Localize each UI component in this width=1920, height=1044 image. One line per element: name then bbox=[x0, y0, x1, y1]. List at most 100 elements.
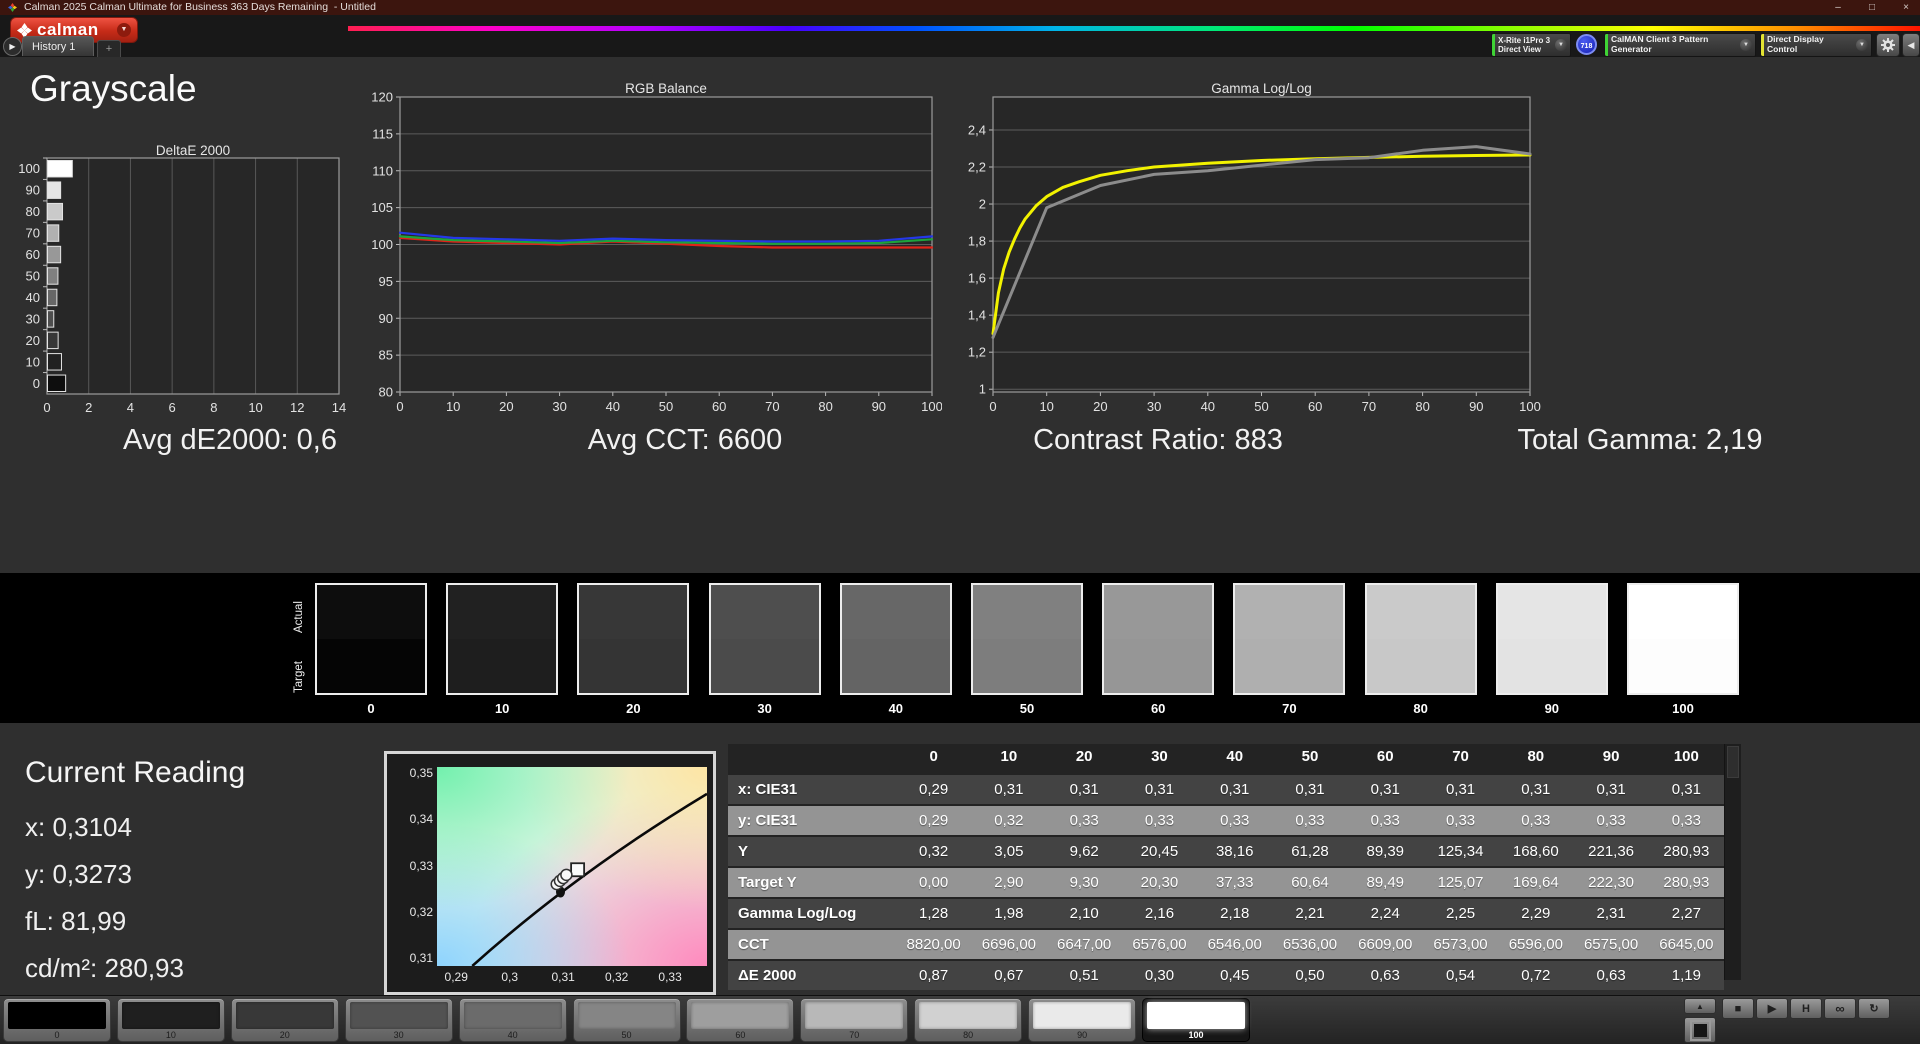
pattern-button-80[interactable]: 80 bbox=[914, 998, 1023, 1042]
x-tick-label: 20 bbox=[1093, 399, 1107, 414]
y-tick-label: 90 bbox=[26, 183, 40, 198]
y-tick-label: 100 bbox=[18, 161, 40, 176]
pattern-button-50[interactable]: 50 bbox=[572, 998, 681, 1042]
table-cell: 221,36 bbox=[1573, 837, 1649, 866]
y-tick-label: 2 bbox=[979, 197, 986, 212]
deltae-bar-80 bbox=[47, 202, 64, 221]
table-cell: 89,39 bbox=[1347, 837, 1423, 866]
grayscale-swatch-0 bbox=[315, 583, 427, 695]
table-scrollbar[interactable] bbox=[1724, 744, 1741, 980]
maximize-button[interactable]: □ bbox=[1862, 0, 1882, 15]
pattern-level-label: 40 bbox=[507, 1030, 518, 1040]
stop-icon[interactable]: ■ bbox=[1722, 998, 1754, 1019]
cie-x-tick: 0,31 bbox=[551, 970, 575, 984]
x-tick-label: 90 bbox=[872, 399, 886, 414]
column-header-50: 50 bbox=[1272, 744, 1348, 770]
table-cell: 0,50 bbox=[1272, 961, 1348, 990]
swatch-level-label: 40 bbox=[888, 701, 904, 716]
table-cell: 0,31 bbox=[1121, 775, 1198, 804]
column-header-60: 60 bbox=[1347, 744, 1423, 770]
pattern-swatch bbox=[1033, 1002, 1132, 1029]
table-cell: 6546,00 bbox=[1197, 930, 1273, 959]
table-cell: 6536,00 bbox=[1272, 930, 1348, 959]
pattern-level-label: 10 bbox=[165, 1030, 176, 1040]
pattern-button-20[interactable]: 20 bbox=[230, 998, 339, 1042]
y-tick-label: 1,2 bbox=[968, 345, 986, 360]
table-cell: 6573,00 bbox=[1422, 930, 1499, 959]
swatch-level-label: 60 bbox=[1150, 701, 1166, 716]
pattern-button-0[interactable]: 0 bbox=[3, 998, 111, 1042]
table-cell: 0,31 bbox=[1498, 775, 1574, 804]
y-tick-label: 10 bbox=[26, 354, 40, 369]
meter-dropdown[interactable]: X-Rite i1Pro 3 Direct View ▼ bbox=[1491, 33, 1571, 57]
panel-up-button[interactable]: ▲ bbox=[1684, 998, 1716, 1014]
window-title: Calman 2025 Calman Ultimate for Business… bbox=[24, 1, 376, 13]
play-icon[interactable]: ▶ bbox=[1756, 998, 1788, 1019]
table-cell: 6596,00 bbox=[1498, 930, 1574, 959]
table-cell: 60,64 bbox=[1272, 868, 1348, 897]
cie-x-tick: 0,33 bbox=[658, 970, 682, 984]
table-cell: 1,98 bbox=[971, 899, 1047, 928]
table-cell: 2,29 bbox=[1498, 899, 1574, 928]
chart-title: Gamma Log/Log bbox=[1211, 81, 1312, 96]
y-tick-label: 115 bbox=[372, 126, 393, 141]
add-tab-button[interactable]: + bbox=[97, 40, 121, 57]
y-tick-label: 1,4 bbox=[968, 308, 986, 323]
chevron-down-icon: ▼ bbox=[117, 23, 131, 37]
scroll-thumb[interactable] bbox=[1727, 746, 1739, 778]
pattern-button-70[interactable]: 70 bbox=[800, 998, 909, 1042]
close-button[interactable]: × bbox=[1896, 0, 1916, 15]
pattern-swatch bbox=[349, 1002, 448, 1029]
display-control-dropdown[interactable]: Direct Display Control ▼ bbox=[1760, 33, 1872, 57]
x-tick-label: 100 bbox=[921, 399, 942, 414]
minimize-button[interactable]: – bbox=[1828, 0, 1848, 15]
x-tick-label: 0 bbox=[396, 399, 403, 414]
step-icon[interactable]: H bbox=[1790, 998, 1822, 1019]
tab-scroll-button[interactable]: ▶ bbox=[3, 37, 22, 56]
x-tick-label: 70 bbox=[1362, 399, 1376, 414]
table-cell: 0,54 bbox=[1422, 961, 1499, 990]
tab-history-1[interactable]: History 1 bbox=[22, 36, 94, 56]
target-patch bbox=[579, 639, 688, 693]
settings-gear-button[interactable] bbox=[1876, 33, 1900, 57]
table-cell: 0,32 bbox=[896, 837, 972, 866]
y-tick-label: 1 bbox=[979, 382, 986, 397]
cie-y-tick: 0,33 bbox=[409, 858, 433, 873]
y-tick-label: 50 bbox=[26, 269, 40, 284]
pattern-level-label: 90 bbox=[1077, 1030, 1088, 1040]
y-tick-label: 2,4 bbox=[968, 122, 986, 137]
pattern-button-90[interactable]: 90 bbox=[1028, 998, 1137, 1042]
table-cell: 2,18 bbox=[1197, 899, 1273, 928]
table-corner bbox=[728, 744, 896, 770]
y-tick-label: 30 bbox=[26, 311, 40, 326]
stat-avg-cct: Avg CCT: 6600 bbox=[587, 424, 783, 456]
pattern-source-dropdown[interactable]: CalMAN Client 3 Pattern Generator ▼ bbox=[1604, 33, 1756, 57]
table-cell: 0,31 bbox=[1197, 775, 1273, 804]
refresh-icon[interactable]: ↻ bbox=[1858, 998, 1890, 1019]
x-tick-label: 4 bbox=[127, 400, 134, 415]
reading-cdm2: cd/m²: 280,93 bbox=[25, 953, 184, 983]
swatch-level-label: 50 bbox=[1019, 701, 1035, 716]
loop-icon[interactable]: ∞ bbox=[1824, 998, 1856, 1019]
table-cell: 2,90 bbox=[971, 868, 1047, 897]
column-header-20: 20 bbox=[1046, 744, 1122, 770]
pattern-button-40[interactable]: 40 bbox=[458, 998, 567, 1042]
column-header-30: 30 bbox=[1121, 744, 1198, 770]
deltae-bar-30 bbox=[47, 310, 55, 328]
chevron-down-icon: ▼ bbox=[1555, 39, 1567, 51]
pattern-window-button[interactable] bbox=[1684, 1017, 1716, 1043]
pattern-level-label: 80 bbox=[963, 1030, 974, 1040]
pattern-button-30[interactable]: 30 bbox=[344, 998, 453, 1042]
y-tick-label: 70 bbox=[26, 226, 40, 241]
collapse-panel-button[interactable]: ◀ bbox=[1902, 33, 1920, 57]
table-cell: 168,60 bbox=[1498, 837, 1574, 866]
pattern-button-100[interactable]: 100 bbox=[1142, 998, 1250, 1042]
cie-x-tick: 0,3 bbox=[501, 970, 519, 984]
pattern-button-10[interactable]: 10 bbox=[116, 998, 225, 1042]
grayscale-swatch-40 bbox=[839, 583, 952, 695]
pattern-button-60[interactable]: 60 bbox=[686, 998, 795, 1042]
table-cell: 280,93 bbox=[1648, 868, 1724, 897]
x-tick-label: 90 bbox=[1469, 399, 1483, 414]
table-cell: 6645,00 bbox=[1648, 930, 1724, 959]
y-tick-label: 20 bbox=[26, 333, 40, 348]
